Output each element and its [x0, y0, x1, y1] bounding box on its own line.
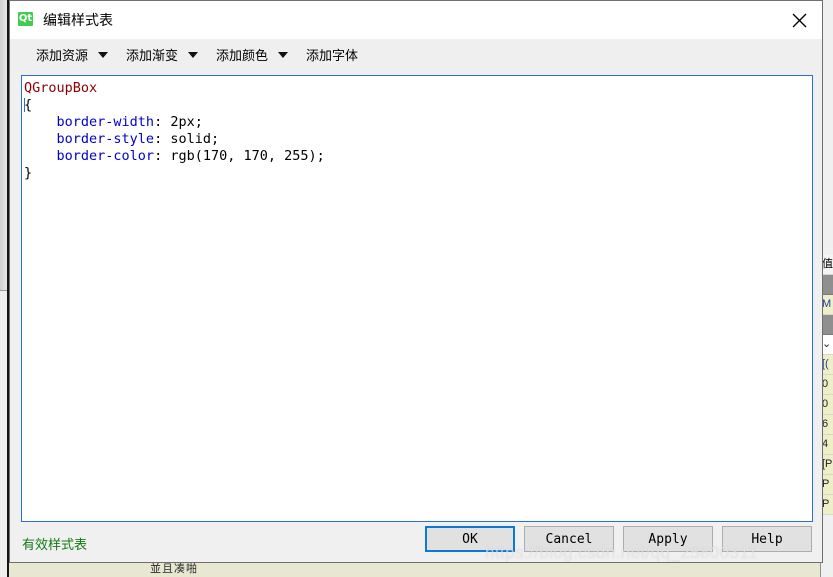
chevron-down-icon[interactable] — [98, 51, 109, 58]
background-window-left-strip — [0, 0, 7, 291]
toolbar-item-2[interactable]: 添加渐变 — [124, 43, 204, 67]
apply-button[interactable]: Apply — [623, 526, 713, 552]
button-label: OK — [462, 531, 478, 547]
stylesheet-validity-status: 有效样式表 — [22, 538, 88, 553]
chevron-down-icon[interactable] — [188, 51, 199, 58]
chevron-down-icon[interactable] — [278, 51, 289, 58]
toolbar-item-label: 添加渐变 — [126, 49, 179, 64]
background-window-bottom — [9, 563, 833, 577]
dialog-button-row: OK Cancel Apply Help — [425, 526, 812, 552]
ok-button[interactable]: OK — [425, 526, 515, 552]
button-label: Apply — [648, 531, 688, 547]
toolbar-item-3[interactable]: 添加颜色 — [214, 43, 294, 67]
background-window-left-strip-lower — [0, 291, 7, 577]
cancel-button[interactable]: Cancel — [524, 526, 614, 552]
dialog-titlebar: Qt 编辑样式表 — [10, 1, 822, 39]
stylesheet-code: QGroupBox { border-width: 2px; border-st… — [24, 80, 325, 181]
edit-stylesheet-dialog: Qt 编辑样式表 添加资源 添加渐变 添加颜色 添加字体 QGroupBox { bo… — [9, 0, 823, 563]
stylesheet-text-editor[interactable]: QGroupBox { border-width: 2px; border-st… — [21, 75, 813, 522]
button-label: Help — [751, 531, 783, 547]
toolbar-item-4[interactable]: 添加字体 — [304, 43, 360, 67]
toolbar-item-label: 添加资源 — [36, 49, 89, 64]
dialog-title: 编辑样式表 — [43, 13, 113, 29]
button-label: Cancel — [545, 531, 593, 547]
background-bottom-label: 並且凑啪 — [150, 563, 198, 575]
toolbar-item-1[interactable]: 添加资源 — [34, 43, 114, 67]
dialog-footer: 有效样式表 OK Cancel Apply Help — [10, 522, 822, 564]
qt-logo-text: Qt — [18, 12, 33, 24]
toolbar-item-label: 添加颜色 — [216, 49, 269, 64]
dialog-toolbar: 添加资源 添加渐变 添加颜色 添加字体 — [10, 39, 822, 71]
toolbar-item-label: 添加字体 — [306, 49, 359, 64]
close-icon[interactable] — [776, 1, 822, 39]
screen: 並且凑啪 值 M ⌄[(0 0 6 4 [P P P Qt 编辑样式表 添加资源 添加渐变 添加颜色… — [0, 0, 833, 577]
help-button[interactable]: Help — [722, 526, 812, 552]
qt-logo-icon: Qt — [18, 11, 35, 29]
